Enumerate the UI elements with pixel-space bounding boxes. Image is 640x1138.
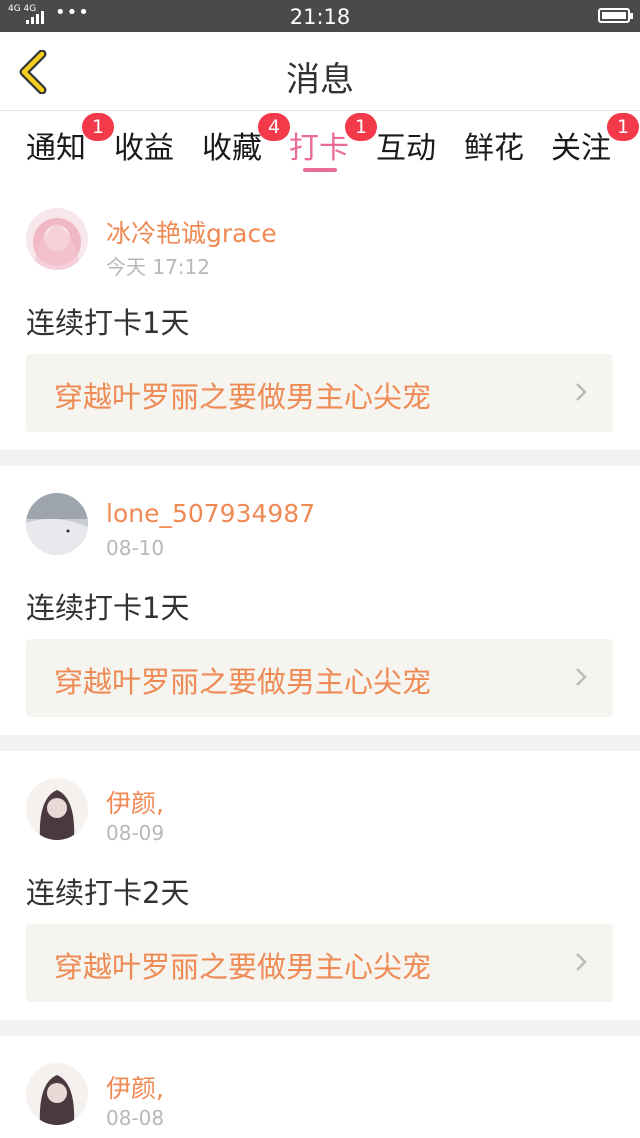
tab-label: 鲜花 <box>464 131 524 166</box>
chevron-right-icon <box>576 668 587 686</box>
avatar[interactable] <box>26 208 88 270</box>
divider <box>0 450 640 466</box>
message-card: 伊颜, 08-09 连续打卡2天 穿越叶罗丽之要做男主心尖宠 <box>0 751 640 1020</box>
active-tab-indicator <box>303 168 337 172</box>
battery-icon <box>598 8 633 23</box>
tab-following[interactable]: 关注 1 <box>551 113 639 167</box>
tab-interaction[interactable]: 互动 <box>376 123 436 167</box>
book-link[interactable]: 穿越叶罗丽之要做男主心尖宠 <box>26 639 613 717</box>
checkin-text: 连续打卡1天 <box>26 591 190 625</box>
message-card: 伊颜, 08-08 <box>0 1036 640 1138</box>
tab-label: 打卡 <box>289 131 349 166</box>
book-link[interactable]: 穿越叶罗丽之要做男主心尖宠 <box>26 924 613 1002</box>
tab-favorites[interactable]: 收藏 4 <box>202 113 290 167</box>
message-card: lone_507934987 08-10 连续打卡1天 穿越叶罗丽之要做男主心尖… <box>0 466 640 735</box>
book-title: 穿越叶罗丽之要做男主心尖宠 <box>54 380 432 414</box>
tab-label: 收藏 <box>202 131 262 166</box>
timestamp: 08-10 <box>106 536 165 560</box>
tab-bar: 通知 1 收益 收藏 4 打卡 1 互动 鲜花 关注 1 <box>0 111 640 177</box>
checkin-text: 连续打卡1天 <box>26 306 190 340</box>
username[interactable]: 伊颜, <box>106 784 164 820</box>
username[interactable]: lone_507934987 <box>106 499 315 528</box>
unread-badge: 1 <box>607 113 639 141</box>
divider <box>0 735 640 751</box>
tab-label: 关注 <box>551 131 611 166</box>
avatar[interactable] <box>26 1063 88 1125</box>
username[interactable]: 冰冷艳诚grace <box>106 214 277 250</box>
chevron-right-icon <box>576 383 587 401</box>
tab-checkin[interactable]: 打卡 1 <box>289 113 377 167</box>
tab-notifications[interactable]: 通知 1 <box>26 113 114 167</box>
unread-badge: 1 <box>82 113 114 141</box>
message-card: 冰冷艳诚grace 今天 17:12 连续打卡1天 穿越叶罗丽之要做男主心尖宠 <box>0 190 640 450</box>
tab-label: 通知 <box>26 131 86 166</box>
timestamp: 08-09 <box>106 821 165 845</box>
divider <box>0 1020 640 1036</box>
page-title: 消息 <box>286 60 354 100</box>
nav-bar: 消息 <box>0 32 640 111</box>
avatar[interactable] <box>26 493 88 555</box>
avatar[interactable] <box>26 778 88 840</box>
unread-badge: 4 <box>258 113 290 141</box>
unread-badge: 1 <box>345 113 377 141</box>
book-title: 穿越叶罗丽之要做男主心尖宠 <box>54 665 432 699</box>
tab-flowers[interactable]: 鲜花 <box>464 123 524 167</box>
tab-earnings[interactable]: 收益 <box>114 123 174 167</box>
tab-label: 收益 <box>114 131 174 166</box>
tab-label: 互动 <box>376 131 436 166</box>
timestamp: 08-08 <box>106 1106 165 1130</box>
book-title: 穿越叶罗丽之要做男主心尖宠 <box>54 950 432 984</box>
book-link[interactable]: 穿越叶罗丽之要做男主心尖宠 <box>26 354 613 432</box>
timestamp: 今天 17:12 <box>106 255 210 279</box>
username[interactable]: 伊颜, <box>106 1069 164 1105</box>
clock: 21:18 <box>289 5 351 29</box>
chevron-right-icon <box>576 953 587 971</box>
status-bar: 4G 4G ••• 21:18 <box>0 0 640 32</box>
checkin-text: 连续打卡2天 <box>26 876 190 910</box>
